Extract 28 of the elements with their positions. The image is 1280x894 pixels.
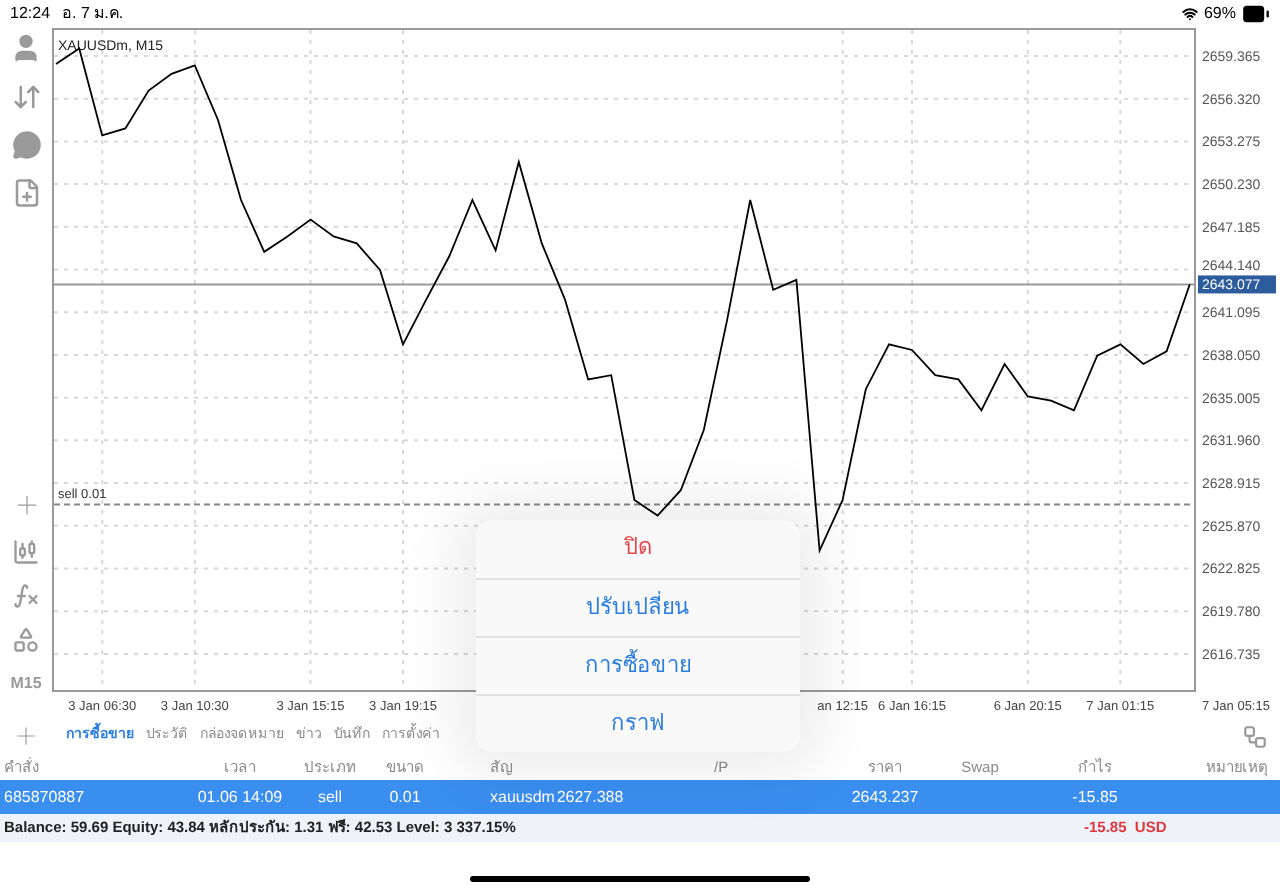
candlestick-icon[interactable] [12,538,40,566]
new-document-icon[interactable] [11,178,41,208]
table-cell: sell [317,785,342,809]
wifi-icon [1181,6,1198,22]
table-row[interactable]: 685870887 01.06 14:09 sell 0.01 xauusdm2627.388 2643.237 -15.85 [0,780,1280,814]
status-time: 12:24 [10,2,51,26]
table-cell: 01.06 14:09 [197,785,283,809]
menu-item[interactable]: การซื้อขาย [476,636,800,694]
menu-item[interactable]: ปรับเปลี่ยน [476,578,800,636]
function-icon[interactable] [12,582,40,610]
table-cell: 2627.388 [556,785,624,809]
timeframe-button[interactable]: M15 [10,672,42,696]
menu-item[interactable]: กราฟ [476,694,800,752]
table-cell: 0.01 [389,785,421,809]
layout-icon[interactable] [1242,723,1268,749]
battery-level: 69% [1203,2,1236,26]
table-cell: 2643.237 [851,785,919,809]
add-icon[interactable] [12,722,40,750]
table-cell: -15.85 [1072,785,1118,809]
shapes-icon[interactable] [12,626,40,654]
table-cell: 685870887 [4,785,85,809]
status-date: อ. 7 ม.ค. [62,2,124,26]
menu-item[interactable]: ปิด [476,520,800,578]
chat-icon[interactable] [11,130,41,160]
table-cell: xauusdm [490,785,555,809]
battery-icon [1242,0,1270,28]
person-icon[interactable] [10,32,42,64]
arrows-icon[interactable] [11,82,41,112]
